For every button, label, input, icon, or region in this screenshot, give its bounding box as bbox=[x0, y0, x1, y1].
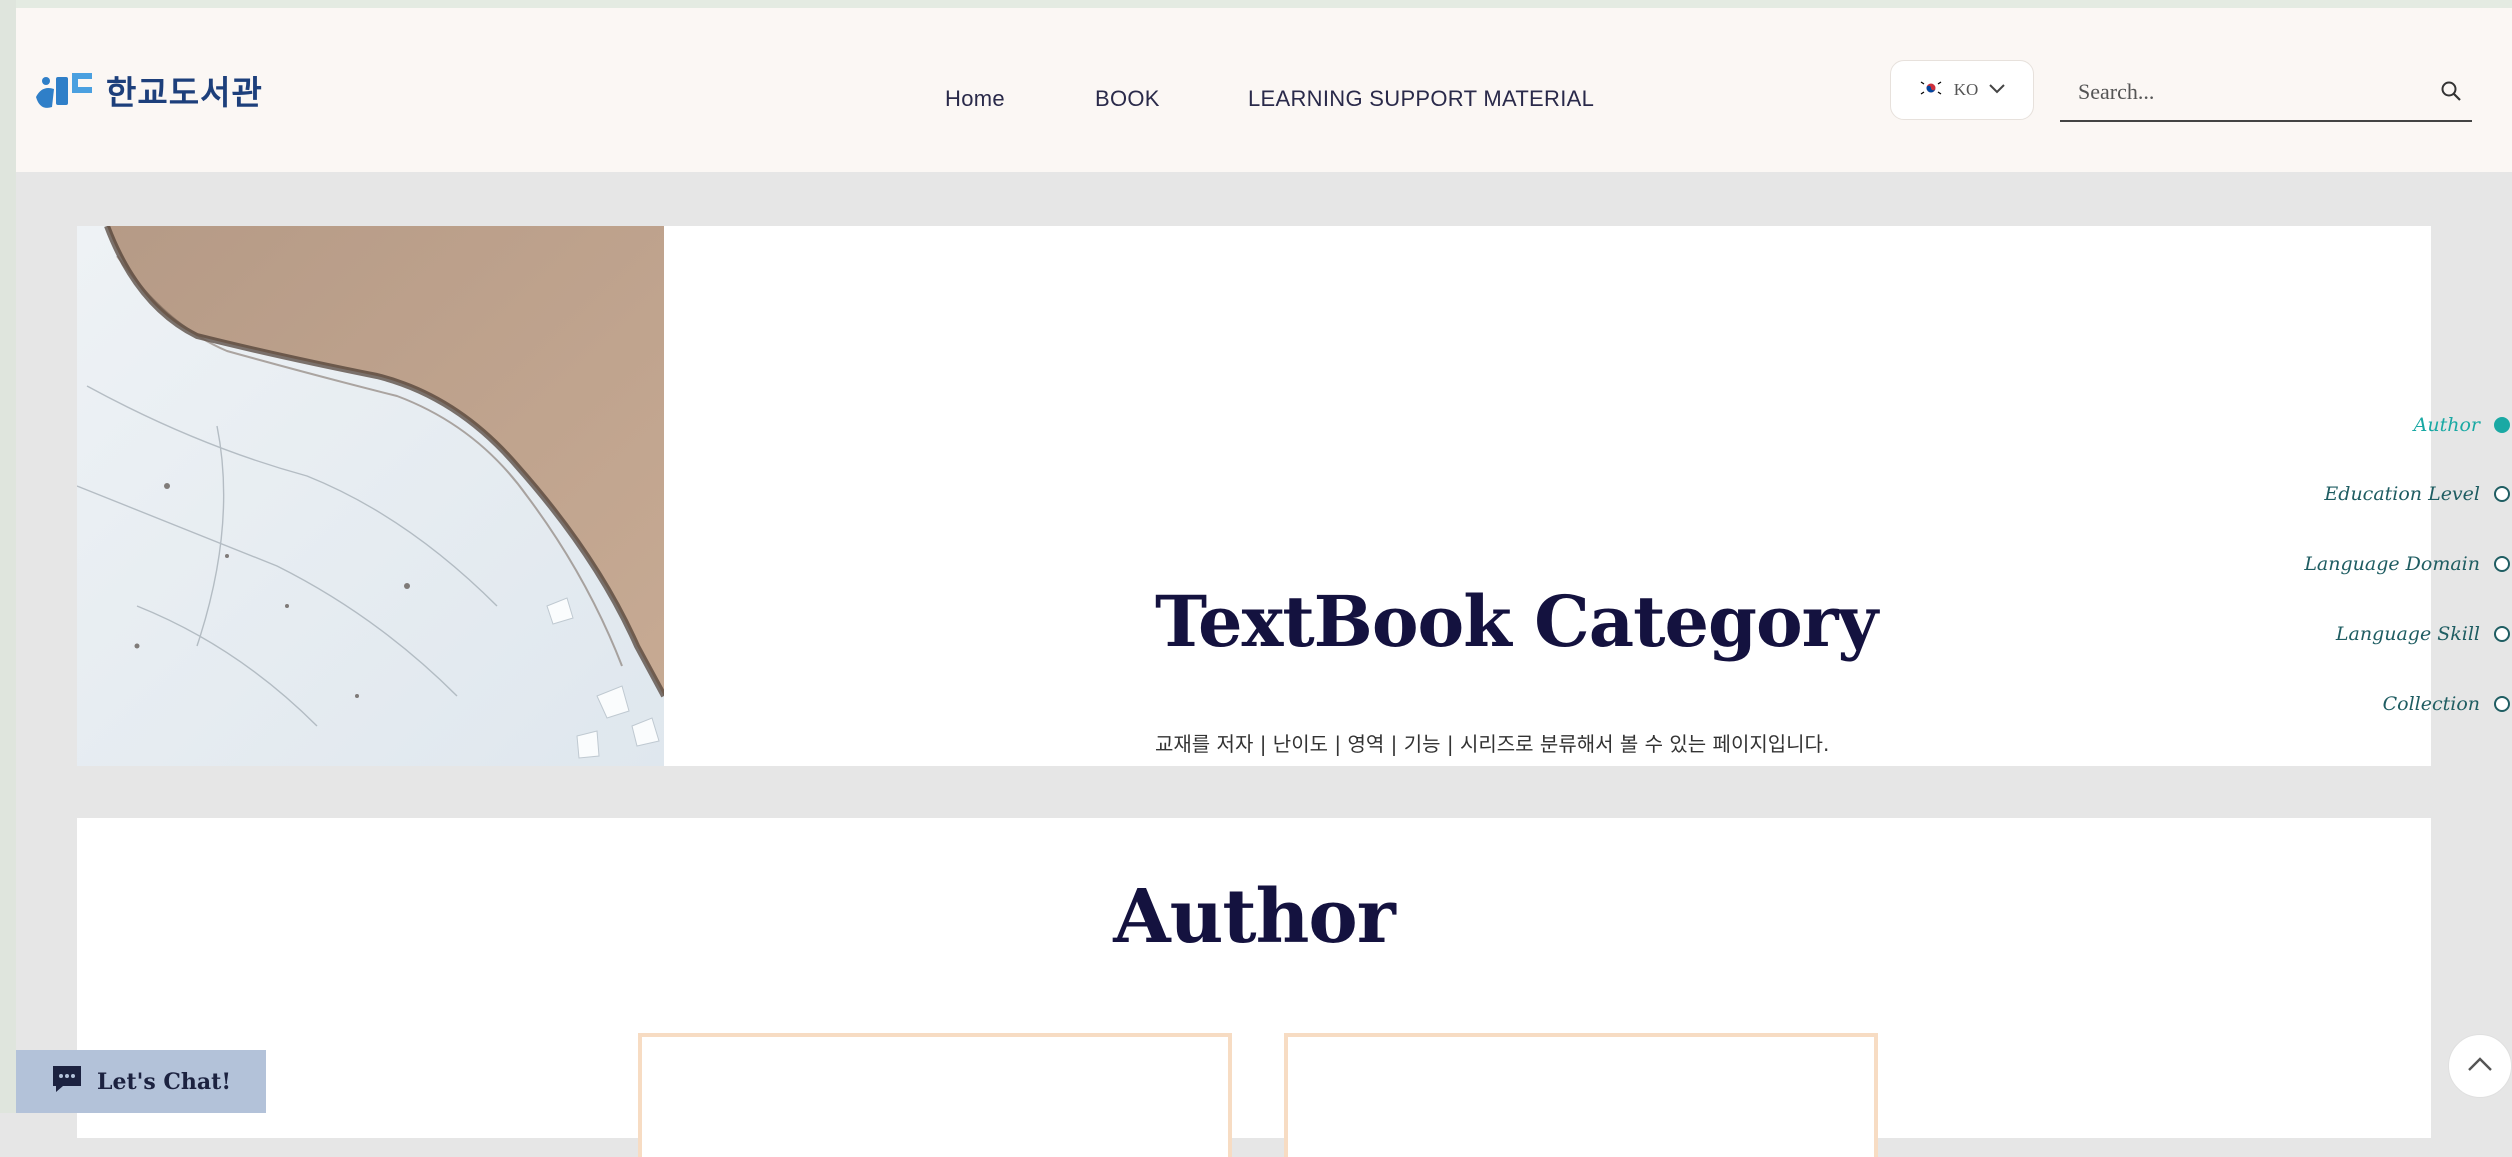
anchor-dot-icon bbox=[2494, 486, 2510, 502]
hero-banner: TextBook Category 교재를 저자 | 난이도 | 영역 | 기능… bbox=[77, 226, 2431, 766]
author-card[interactable] bbox=[638, 1033, 1232, 1157]
hero-image bbox=[77, 226, 664, 766]
chevron-up-icon bbox=[2466, 1055, 2494, 1078]
chevron-down-icon bbox=[1988, 80, 2006, 100]
site-logo[interactable]: 한교도서관 bbox=[32, 66, 263, 114]
korea-flag-icon bbox=[1917, 78, 1944, 102]
anchor-education-level[interactable]: Education Level bbox=[2324, 479, 2512, 509]
language-code: KO bbox=[1953, 80, 1979, 99]
search-input[interactable] bbox=[2076, 74, 2420, 110]
chat-label: Let's Chat! bbox=[97, 1068, 231, 1095]
anchor-collection[interactable]: Collection bbox=[2383, 689, 2512, 719]
chat-button[interactable]: Let's Chat! bbox=[16, 1050, 266, 1113]
outer-page-left-strip bbox=[0, 0, 16, 1113]
logo-text: 한교도서관 bbox=[106, 73, 263, 112]
outer-page-strip bbox=[0, 0, 2512, 8]
back-to-top-button[interactable] bbox=[2448, 1034, 2512, 1098]
section-title: Author bbox=[1113, 874, 1396, 960]
anchor-label: Collection bbox=[2382, 693, 2480, 715]
chat-icon bbox=[51, 1064, 83, 1100]
page-title: TextBook Category bbox=[1155, 580, 1878, 663]
anchor-dot-icon bbox=[2494, 417, 2510, 433]
anchor-language-skill[interactable]: Language Skill bbox=[2336, 619, 2512, 649]
language-selector[interactable]: KO bbox=[1890, 60, 2034, 120]
search-bar bbox=[2060, 64, 2472, 122]
anchor-dot-icon bbox=[2494, 696, 2510, 712]
author-section: Author bbox=[77, 818, 2431, 1157]
author-card[interactable] bbox=[1284, 1033, 1878, 1157]
anchor-dot-icon bbox=[2494, 556, 2510, 572]
site-header: 한교도서관 Home BOOK LEARNING SUPPORT MATERIA… bbox=[16, 8, 2512, 172]
page-subtitle: 교재를 저자 | 난이도 | 영역 | 기능 | 시리즈로 분류해서 볼 수 있… bbox=[1155, 732, 1830, 756]
nav-learning-support-material[interactable]: LEARNING SUPPORT MATERIAL bbox=[1248, 86, 1594, 112]
logo-mark-icon bbox=[32, 67, 98, 113]
anchor-label: Education Level bbox=[2324, 483, 2480, 505]
nav-book[interactable]: BOOK bbox=[1095, 86, 1160, 112]
anchor-dot-icon bbox=[2494, 626, 2510, 642]
anchor-author[interactable]: Author bbox=[2414, 410, 2512, 440]
nav-home[interactable]: Home bbox=[945, 86, 1005, 112]
anchor-label: Author bbox=[2413, 414, 2480, 436]
anchor-label: Language Domain bbox=[2304, 553, 2480, 575]
search-icon[interactable] bbox=[2440, 80, 2462, 107]
anchor-language-domain[interactable]: Language Domain bbox=[2304, 549, 2512, 579]
anchor-label: Language Skill bbox=[2335, 623, 2480, 645]
